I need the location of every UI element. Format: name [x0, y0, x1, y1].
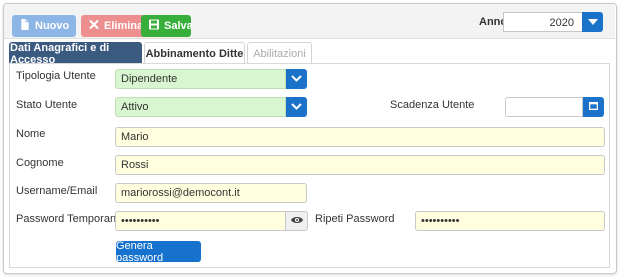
generate-password-button[interactable]: Genera password: [116, 240, 201, 264]
save-button[interactable]: Salva: [141, 15, 193, 37]
new-button-label: Nuovo: [35, 20, 70, 32]
repeat-password-label: Ripeti Password: [315, 213, 395, 225]
user-type-label: Tipologia Utente: [16, 70, 96, 82]
first-name-input[interactable]: Mario: [115, 127, 605, 147]
last-name-label: Cognome: [16, 157, 64, 169]
user-type-select[interactable]: Dipendente: [115, 69, 286, 89]
user-type-dropdown-button[interactable]: [286, 69, 307, 89]
eye-icon: [290, 215, 303, 227]
calendar-icon: [589, 101, 598, 113]
temp-password-label: Password Temporanea: [16, 213, 129, 225]
chevron-down-icon: [587, 16, 598, 28]
user-status-label: Stato Utente: [16, 99, 78, 111]
delete-button-label: Elimina: [104, 20, 144, 32]
delete-button[interactable]: Elimina: [81, 15, 149, 37]
save-button-label: Salva: [164, 20, 193, 32]
tab-abbinamento-ditte[interactable]: Abbinamento Ditte: [144, 42, 245, 64]
user-expiry-label: Scadenza Utente: [390, 99, 475, 111]
document-icon: [20, 19, 30, 33]
temp-password-input[interactable]: ••••••••••: [115, 211, 286, 231]
toolbar: Nuovo Elimina Salva Anno 2020: [4, 4, 615, 39]
x-icon: [89, 19, 99, 33]
tab-dati-anagrafici[interactable]: Dati Anagrafici e di Accesso: [9, 42, 142, 66]
tab-abilitazioni: Abilitazioni: [247, 42, 312, 64]
floppy-disk-icon: [149, 19, 159, 33]
new-button[interactable]: Nuovo: [12, 15, 76, 37]
chevron-down-icon: [291, 73, 302, 85]
username-input[interactable]: mariorossi@democont.it: [115, 183, 307, 203]
repeat-password-input[interactable]: ••••••••••: [415, 211, 605, 231]
last-name-input[interactable]: Rossi: [115, 155, 605, 175]
chevron-down-icon: [291, 101, 302, 113]
user-status-select[interactable]: Attivo: [115, 97, 286, 117]
first-name-label: Nome: [16, 128, 46, 140]
year-dropdown-button[interactable]: [582, 12, 603, 32]
calendar-button[interactable]: [583, 97, 604, 117]
user-status-dropdown-button[interactable]: [286, 97, 307, 117]
year-select[interactable]: 2020: [503, 12, 582, 32]
user-expiry-date-input[interactable]: [505, 97, 583, 117]
show-password-button[interactable]: [286, 211, 308, 231]
username-label: Username/Email: [16, 185, 98, 197]
